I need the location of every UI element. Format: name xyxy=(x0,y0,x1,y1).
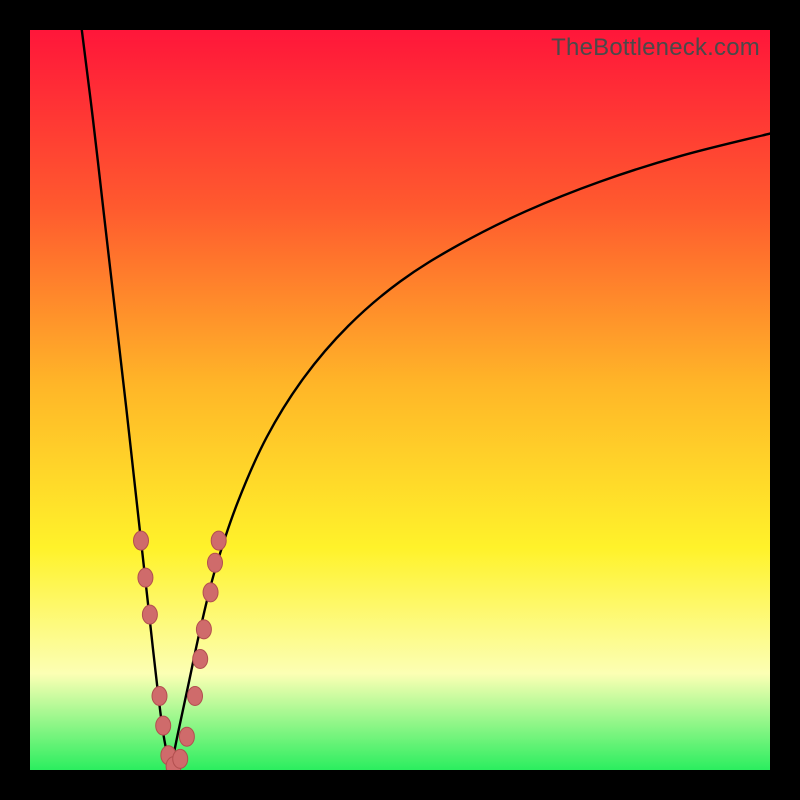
data-marker xyxy=(134,531,149,550)
data-marker xyxy=(173,749,188,768)
chart-frame: TheBottleneck.com xyxy=(0,0,800,800)
curve-layer xyxy=(30,30,770,770)
data-marker xyxy=(188,687,203,706)
data-marker xyxy=(203,583,218,602)
bottleneck-curve-right-branch xyxy=(171,134,770,770)
data-marker xyxy=(208,553,223,572)
data-marker xyxy=(138,568,153,587)
plot-area: TheBottleneck.com xyxy=(30,30,770,770)
data-marker xyxy=(196,620,211,639)
bottleneck-curve-left-branch xyxy=(82,30,171,770)
data-marker xyxy=(211,531,226,550)
data-marker xyxy=(179,727,194,746)
data-marker xyxy=(142,605,157,624)
watermark-text: TheBottleneck.com xyxy=(551,34,760,62)
data-marker xyxy=(193,650,208,669)
data-marker xyxy=(152,687,167,706)
data-marker xyxy=(156,716,171,735)
